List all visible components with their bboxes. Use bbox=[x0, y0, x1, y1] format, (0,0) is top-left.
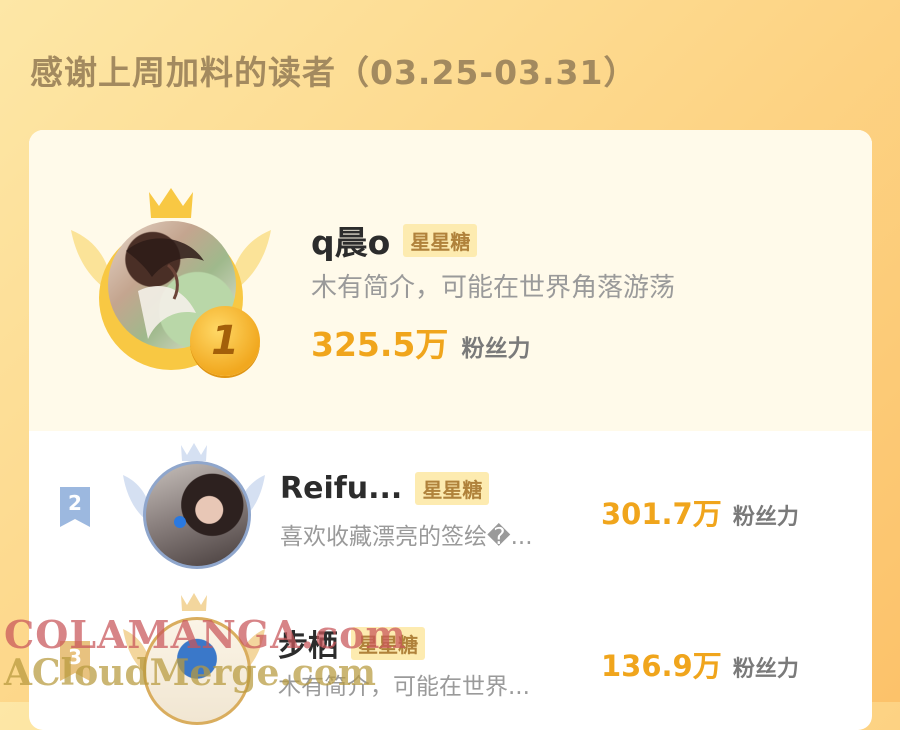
rank2-avatar[interactable] bbox=[143, 461, 251, 569]
rank1-fans-row: 325.5万 粉丝力 bbox=[311, 318, 530, 366]
rank-number: 3 bbox=[68, 645, 82, 669]
reader-name[interactable]: Reifu... bbox=[280, 471, 402, 506]
ranking-panel: 1 q晨o 星星糖 木有简介，可能在世界角落游荡 325.5万 粉丝力 2 Re… bbox=[29, 130, 872, 730]
rank3-fans-row: 136.9万 粉丝力 bbox=[601, 643, 799, 685]
level-badge: 星星糖 bbox=[403, 223, 478, 257]
rank1-medal: 1 bbox=[190, 306, 260, 376]
list-item[interactable]: 3 步栖 星星糖 木有简介，可能在世界... 136.9万 粉丝力 bbox=[29, 581, 872, 730]
fans-value: 301.7万 bbox=[601, 497, 722, 531]
level-badge: 星星糖 bbox=[415, 472, 490, 505]
rank3-name-row: 步栖 星星糖 bbox=[278, 621, 426, 665]
rank2-fans-row: 301.7万 粉丝力 bbox=[601, 491, 799, 533]
rank-number: 2 bbox=[68, 491, 82, 515]
list-item[interactable]: 2 Reifu... 星星糖 喜欢收藏漂亮的签绘�... 301.7万 粉丝力 bbox=[29, 431, 872, 581]
reader-bio: 喜欢收藏漂亮的签绘�... bbox=[280, 524, 533, 550]
rank1-number: 1 bbox=[211, 318, 239, 364]
rank3-avatar[interactable] bbox=[143, 617, 251, 725]
rank2-name-row: Reifu... 星星糖 bbox=[280, 471, 490, 506]
fans-label: 粉丝力 bbox=[461, 336, 531, 362]
avatar-accent bbox=[174, 516, 186, 528]
page-title: 感谢上周加料的读者（03.25-03.31） bbox=[30, 53, 638, 92]
fans-value: 325.5万 bbox=[311, 325, 449, 364]
reader-name[interactable]: q晨o bbox=[311, 223, 390, 262]
reader-name[interactable]: 步栖 bbox=[278, 629, 338, 664]
level-badge: 星星糖 bbox=[351, 626, 426, 660]
reader-bio: 木有简介，可能在世界... bbox=[278, 674, 530, 700]
fans-value: 136.9万 bbox=[601, 649, 722, 683]
fans-label: 粉丝力 bbox=[732, 657, 799, 682]
fans-label: 粉丝力 bbox=[732, 505, 799, 530]
rank1-name-row: q晨o 星星糖 bbox=[311, 216, 478, 264]
reader-bio: 木有简介，可能在世界角落游荡 bbox=[311, 273, 676, 303]
top-reader-card[interactable]: 1 q晨o 星星糖 木有简介，可能在世界角落游荡 325.5万 粉丝力 bbox=[29, 130, 872, 431]
